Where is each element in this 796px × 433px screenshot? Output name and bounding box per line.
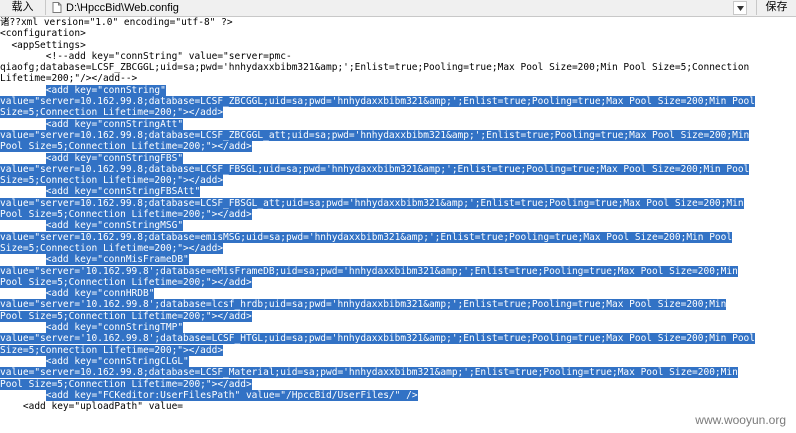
code-text: Lifetime=200;"/>	[0, 73, 92, 85]
code-text: 诸??xml version="1.0" encoding="utf-8" ?>	[0, 17, 233, 28]
code-line: value="server='10.162.99.8';database=lcs…	[0, 299, 796, 311]
selected-code-text: Pool Size=5;Connection Lifetime=200;"></…	[0, 209, 252, 221]
selected-code-text: value="server=10.162.99.8;database=emisM…	[0, 231, 733, 243]
code-text: <configuration>	[0, 28, 86, 40]
selected-code-text: Size=5;Connection Lifetime=200;"></add>	[0, 175, 224, 187]
code-line: Pool Size=5;Connection Lifetime=200;"></…	[0, 276, 796, 288]
selected-code-text: <add key="FCKeditor:UserFilesPath" value…	[45, 389, 418, 401]
code-line: Pool Size=5;Connection Lifetime=200;"></…	[0, 141, 796, 153]
code-line: Size=5;Connection Lifetime=200;"></add>	[0, 344, 796, 356]
path-dropdown-button[interactable]	[733, 1, 747, 15]
editor-toolbar: 载入 保存	[0, 0, 796, 17]
code-line: value="server=10.162.99.8;database=LCSF_…	[0, 367, 796, 379]
selected-code-text: value="server=10.162.99.8;database=LCSF_…	[0, 197, 744, 209]
code-line: Pool Size=5;Connection Lifetime=200;"></…	[0, 209, 796, 221]
watermark: www.wooyun.org	[693, 413, 788, 427]
selected-code-text: Pool Size=5;Connection Lifetime=200;"></…	[0, 378, 252, 390]
code-line: Size=5;Connection Lifetime=200;"></add>	[0, 175, 796, 187]
code-line: Pool Size=5;Connection Lifetime=200;"></…	[0, 310, 796, 322]
selected-code-text: value="server=10.162.99.8;database=LCSF_…	[0, 96, 755, 108]
code-line: value="server=10.162.99.8;database=LCSF_…	[0, 163, 796, 175]
code-line: Size=5;Connection Lifetime=200;"></add>	[0, 242, 796, 254]
selected-code-text: <add key="connHRDB"	[45, 288, 155, 300]
code-line: Pool Size=5;Connection Lifetime=200;"></…	[0, 378, 796, 390]
file-icon	[52, 2, 62, 13]
selected-code-text: Size=5;Connection Lifetime=200;"></add>	[0, 344, 224, 356]
code-line: <add key="connHRDB"	[0, 288, 796, 300]
code-line: Size=5;Connection Lifetime=200;"></add>	[0, 107, 796, 119]
selected-code-text: <add key="connStringAtt"	[45, 118, 184, 130]
selected-code-text: Size=5;Connection Lifetime=200;"></add>	[0, 242, 224, 254]
code-line: <add key="connStringAtt"	[0, 118, 796, 130]
code-text: <!--add key="connString" value="server=p…	[0, 50, 292, 62]
selected-code-text: value="server=10.162.99.8;database=LCSF_…	[0, 129, 750, 141]
code-line: <!--add key="connString" value="server=p…	[0, 51, 796, 62]
selected-code-text: Pool Size=5;Connection Lifetime=200;"></…	[0, 310, 252, 322]
code-line: value="server=10.162.99.8;database=LCSF_…	[0, 197, 796, 209]
selected-code-text: <add key="connStringFBSAtt"	[45, 186, 201, 198]
file-path-input[interactable]	[66, 1, 726, 15]
selected-code-text: Size=5;Connection Lifetime=200;"></add>	[0, 107, 224, 119]
code-line: value="server=10.162.99.8;database=emisM…	[0, 231, 796, 243]
selected-code-text: value="server=10.162.99.8;database=LCSF_…	[0, 367, 738, 379]
save-button[interactable]: 保存	[756, 0, 796, 15]
selected-code-text: <add key="connStringMSG"	[45, 220, 184, 232]
code-line: value="server=10.162.99.8;database=LCSF_…	[0, 96, 796, 108]
code-line: 诸??xml version="1.0" encoding="utf-8" ?>	[0, 17, 796, 28]
selected-code-text: Pool Size=5;Connection Lifetime=200;"></…	[0, 276, 252, 288]
code-line: <add key="connStringTMP"	[0, 322, 796, 334]
code-line: <add key="connMisFrameDB"	[0, 254, 796, 266]
selected-code-text: <add key="connStringCLGL"	[45, 355, 189, 367]
code-line: <add key="connStringFBS"	[0, 152, 796, 164]
code-line: value="server=10.162.99.8;database=LCSF_…	[0, 129, 796, 141]
code-line: <add key="uploadPath" value=	[0, 401, 796, 412]
code-text: qiaofg;database=LCSF_ZBCGGL;uid=sa;pwd='…	[0, 62, 750, 74]
selected-code-text: value="server=10.162.99.8;database=LCSF_…	[0, 163, 750, 175]
load-button[interactable]: 载入	[0, 0, 46, 15]
code-line: value="server='10.162.99.8';database=LCS…	[0, 333, 796, 345]
code-line: qiaofg;database=LCSF_ZBCGGL;uid=sa;pwd='…	[0, 62, 796, 73]
code-line: <add key="connStringFBSAtt"	[0, 186, 796, 198]
selected-code-text: <add key="connMisFrameDB"	[45, 254, 189, 266]
code-line: <appSettings>	[0, 40, 796, 51]
selected-code-text: value="server='10.162.99.8';database=LCS…	[0, 333, 755, 345]
code-line: <add key="connStringMSG"	[0, 220, 796, 232]
code-text: <appSettings>	[0, 39, 86, 51]
selected-code-text: Pool Size=5;Connection Lifetime=200;"></…	[0, 141, 252, 153]
code-text: <add key="uploadPath" value=	[0, 401, 184, 413]
code-line: <add key="connString"	[0, 84, 796, 96]
chevron-down-icon	[737, 6, 744, 11]
selected-code-text: value="server='10.162.99.8';database=eMi…	[0, 265, 738, 277]
code-line: value="server='10.162.99.8';database=eMi…	[0, 265, 796, 277]
selected-code-text: value="server='10.162.99.8';database=lcs…	[0, 299, 727, 311]
code-text: </add-->	[91, 73, 138, 85]
code-line: <add key="connStringCLGL"	[0, 355, 796, 367]
selected-code-text: <add key="connStringTMP"	[45, 322, 184, 334]
code-line: Lifetime=200;"/></add-->	[0, 73, 796, 84]
code-line: <add key="FCKeditor:UserFilesPath" value…	[0, 389, 796, 401]
selected-code-text: <add key="connStringFBS"	[45, 152, 184, 164]
code-editor[interactable]: 诸??xml version="1.0" encoding="utf-8" ?>…	[0, 17, 796, 433]
code-line: <configuration>	[0, 28, 796, 39]
selected-code-text: <add key="connString"	[45, 84, 166, 96]
